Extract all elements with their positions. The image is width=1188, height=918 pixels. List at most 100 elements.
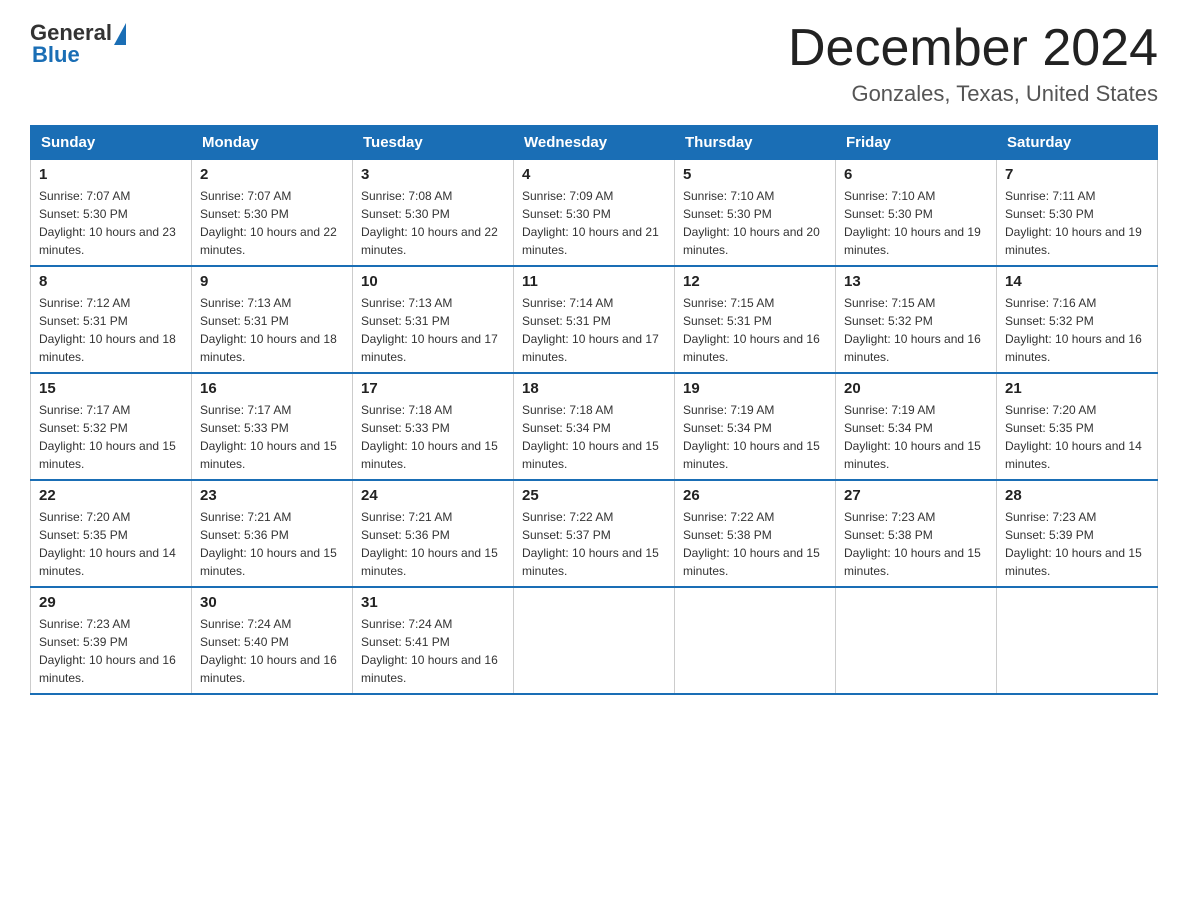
- page-header: General Blue December 2024 Gonzales, Tex…: [30, 20, 1158, 107]
- calendar-header-row: Sunday Monday Tuesday Wednesday Thursday…: [31, 126, 1158, 160]
- header-saturday: Saturday: [997, 126, 1158, 160]
- day-number: 23: [200, 487, 344, 504]
- table-row: 2 Sunrise: 7:07 AM Sunset: 5:30 PM Dayli…: [192, 160, 353, 267]
- table-row: 4 Sunrise: 7:09 AM Sunset: 5:30 PM Dayli…: [514, 160, 675, 267]
- day-info: Sunrise: 7:13 AM Sunset: 5:31 PM Dayligh…: [200, 294, 344, 366]
- table-row: 23 Sunrise: 7:21 AM Sunset: 5:36 PM Dayl…: [192, 480, 353, 587]
- day-number: 7: [1005, 166, 1149, 183]
- day-number: 3: [361, 166, 505, 183]
- day-number: 9: [200, 273, 344, 290]
- table-row: 19 Sunrise: 7:19 AM Sunset: 5:34 PM Dayl…: [675, 373, 836, 480]
- table-row: 25 Sunrise: 7:22 AM Sunset: 5:37 PM Dayl…: [514, 480, 675, 587]
- day-info: Sunrise: 7:20 AM Sunset: 5:35 PM Dayligh…: [39, 508, 183, 580]
- calendar-week-row: 15 Sunrise: 7:17 AM Sunset: 5:32 PM Dayl…: [31, 373, 1158, 480]
- table-row: 17 Sunrise: 7:18 AM Sunset: 5:33 PM Dayl…: [353, 373, 514, 480]
- day-number: 12: [683, 273, 827, 290]
- day-info: Sunrise: 7:13 AM Sunset: 5:31 PM Dayligh…: [361, 294, 505, 366]
- calendar-week-row: 8 Sunrise: 7:12 AM Sunset: 5:31 PM Dayli…: [31, 266, 1158, 373]
- day-number: 6: [844, 166, 988, 183]
- day-number: 27: [844, 487, 988, 504]
- table-row: 15 Sunrise: 7:17 AM Sunset: 5:32 PM Dayl…: [31, 373, 192, 480]
- day-info: Sunrise: 7:10 AM Sunset: 5:30 PM Dayligh…: [844, 187, 988, 259]
- logo-triangle-icon: [114, 23, 126, 45]
- day-info: Sunrise: 7:23 AM Sunset: 5:39 PM Dayligh…: [39, 615, 183, 687]
- day-number: 26: [683, 487, 827, 504]
- table-row: [997, 587, 1158, 694]
- day-info: Sunrise: 7:17 AM Sunset: 5:32 PM Dayligh…: [39, 401, 183, 473]
- day-info: Sunrise: 7:18 AM Sunset: 5:33 PM Dayligh…: [361, 401, 505, 473]
- table-row: [514, 587, 675, 694]
- day-info: Sunrise: 7:10 AM Sunset: 5:30 PM Dayligh…: [683, 187, 827, 259]
- day-info: Sunrise: 7:24 AM Sunset: 5:40 PM Dayligh…: [200, 615, 344, 687]
- table-row: 8 Sunrise: 7:12 AM Sunset: 5:31 PM Dayli…: [31, 266, 192, 373]
- table-row: 18 Sunrise: 7:18 AM Sunset: 5:34 PM Dayl…: [514, 373, 675, 480]
- day-info: Sunrise: 7:23 AM Sunset: 5:38 PM Dayligh…: [844, 508, 988, 580]
- day-info: Sunrise: 7:18 AM Sunset: 5:34 PM Dayligh…: [522, 401, 666, 473]
- day-info: Sunrise: 7:17 AM Sunset: 5:33 PM Dayligh…: [200, 401, 344, 473]
- day-info: Sunrise: 7:09 AM Sunset: 5:30 PM Dayligh…: [522, 187, 666, 259]
- logo: General Blue: [30, 20, 126, 68]
- header-wednesday: Wednesday: [514, 126, 675, 160]
- table-row: 29 Sunrise: 7:23 AM Sunset: 5:39 PM Dayl…: [31, 587, 192, 694]
- day-info: Sunrise: 7:24 AM Sunset: 5:41 PM Dayligh…: [361, 615, 505, 687]
- day-number: 28: [1005, 487, 1149, 504]
- table-row: 12 Sunrise: 7:15 AM Sunset: 5:31 PM Dayl…: [675, 266, 836, 373]
- day-number: 8: [39, 273, 183, 290]
- day-number: 11: [522, 273, 666, 290]
- day-number: 18: [522, 380, 666, 397]
- table-row: 5 Sunrise: 7:10 AM Sunset: 5:30 PM Dayli…: [675, 160, 836, 267]
- table-row: 21 Sunrise: 7:20 AM Sunset: 5:35 PM Dayl…: [997, 373, 1158, 480]
- calendar-week-row: 1 Sunrise: 7:07 AM Sunset: 5:30 PM Dayli…: [31, 160, 1158, 267]
- header-sunday: Sunday: [31, 126, 192, 160]
- day-info: Sunrise: 7:07 AM Sunset: 5:30 PM Dayligh…: [39, 187, 183, 259]
- title-block: December 2024 Gonzales, Texas, United St…: [788, 20, 1158, 107]
- day-number: 19: [683, 380, 827, 397]
- day-info: Sunrise: 7:19 AM Sunset: 5:34 PM Dayligh…: [844, 401, 988, 473]
- day-number: 13: [844, 273, 988, 290]
- logo-blue-text: Blue: [32, 42, 80, 68]
- table-row: 13 Sunrise: 7:15 AM Sunset: 5:32 PM Dayl…: [836, 266, 997, 373]
- table-row: 22 Sunrise: 7:20 AM Sunset: 5:35 PM Dayl…: [31, 480, 192, 587]
- day-number: 15: [39, 380, 183, 397]
- day-number: 1: [39, 166, 183, 183]
- calendar-week-row: 22 Sunrise: 7:20 AM Sunset: 5:35 PM Dayl…: [31, 480, 1158, 587]
- day-info: Sunrise: 7:07 AM Sunset: 5:30 PM Dayligh…: [200, 187, 344, 259]
- day-number: 30: [200, 594, 344, 611]
- header-monday: Monday: [192, 126, 353, 160]
- calendar-week-row: 29 Sunrise: 7:23 AM Sunset: 5:39 PM Dayl…: [31, 587, 1158, 694]
- day-number: 25: [522, 487, 666, 504]
- header-friday: Friday: [836, 126, 997, 160]
- day-info: Sunrise: 7:15 AM Sunset: 5:32 PM Dayligh…: [844, 294, 988, 366]
- table-row: 28 Sunrise: 7:23 AM Sunset: 5:39 PM Dayl…: [997, 480, 1158, 587]
- table-row: 7 Sunrise: 7:11 AM Sunset: 5:30 PM Dayli…: [997, 160, 1158, 267]
- day-info: Sunrise: 7:21 AM Sunset: 5:36 PM Dayligh…: [200, 508, 344, 580]
- day-info: Sunrise: 7:16 AM Sunset: 5:32 PM Dayligh…: [1005, 294, 1149, 366]
- day-info: Sunrise: 7:22 AM Sunset: 5:37 PM Dayligh…: [522, 508, 666, 580]
- calendar-table: Sunday Monday Tuesday Wednesday Thursday…: [30, 125, 1158, 695]
- day-number: 10: [361, 273, 505, 290]
- table-row: 30 Sunrise: 7:24 AM Sunset: 5:40 PM Dayl…: [192, 587, 353, 694]
- day-number: 21: [1005, 380, 1149, 397]
- day-info: Sunrise: 7:14 AM Sunset: 5:31 PM Dayligh…: [522, 294, 666, 366]
- day-number: 16: [200, 380, 344, 397]
- day-number: 5: [683, 166, 827, 183]
- day-number: 20: [844, 380, 988, 397]
- day-number: 4: [522, 166, 666, 183]
- table-row: 31 Sunrise: 7:24 AM Sunset: 5:41 PM Dayl…: [353, 587, 514, 694]
- day-info: Sunrise: 7:12 AM Sunset: 5:31 PM Dayligh…: [39, 294, 183, 366]
- table-row: 10 Sunrise: 7:13 AM Sunset: 5:31 PM Dayl…: [353, 266, 514, 373]
- day-info: Sunrise: 7:08 AM Sunset: 5:30 PM Dayligh…: [361, 187, 505, 259]
- day-info: Sunrise: 7:15 AM Sunset: 5:31 PM Dayligh…: [683, 294, 827, 366]
- day-number: 14: [1005, 273, 1149, 290]
- day-info: Sunrise: 7:21 AM Sunset: 5:36 PM Dayligh…: [361, 508, 505, 580]
- table-row: 11 Sunrise: 7:14 AM Sunset: 5:31 PM Dayl…: [514, 266, 675, 373]
- table-row: 3 Sunrise: 7:08 AM Sunset: 5:30 PM Dayli…: [353, 160, 514, 267]
- day-info: Sunrise: 7:20 AM Sunset: 5:35 PM Dayligh…: [1005, 401, 1149, 473]
- header-tuesday: Tuesday: [353, 126, 514, 160]
- day-number: 31: [361, 594, 505, 611]
- day-info: Sunrise: 7:22 AM Sunset: 5:38 PM Dayligh…: [683, 508, 827, 580]
- table-row: 20 Sunrise: 7:19 AM Sunset: 5:34 PM Dayl…: [836, 373, 997, 480]
- day-info: Sunrise: 7:19 AM Sunset: 5:34 PM Dayligh…: [683, 401, 827, 473]
- table-row: 9 Sunrise: 7:13 AM Sunset: 5:31 PM Dayli…: [192, 266, 353, 373]
- calendar-subtitle: Gonzales, Texas, United States: [788, 81, 1158, 107]
